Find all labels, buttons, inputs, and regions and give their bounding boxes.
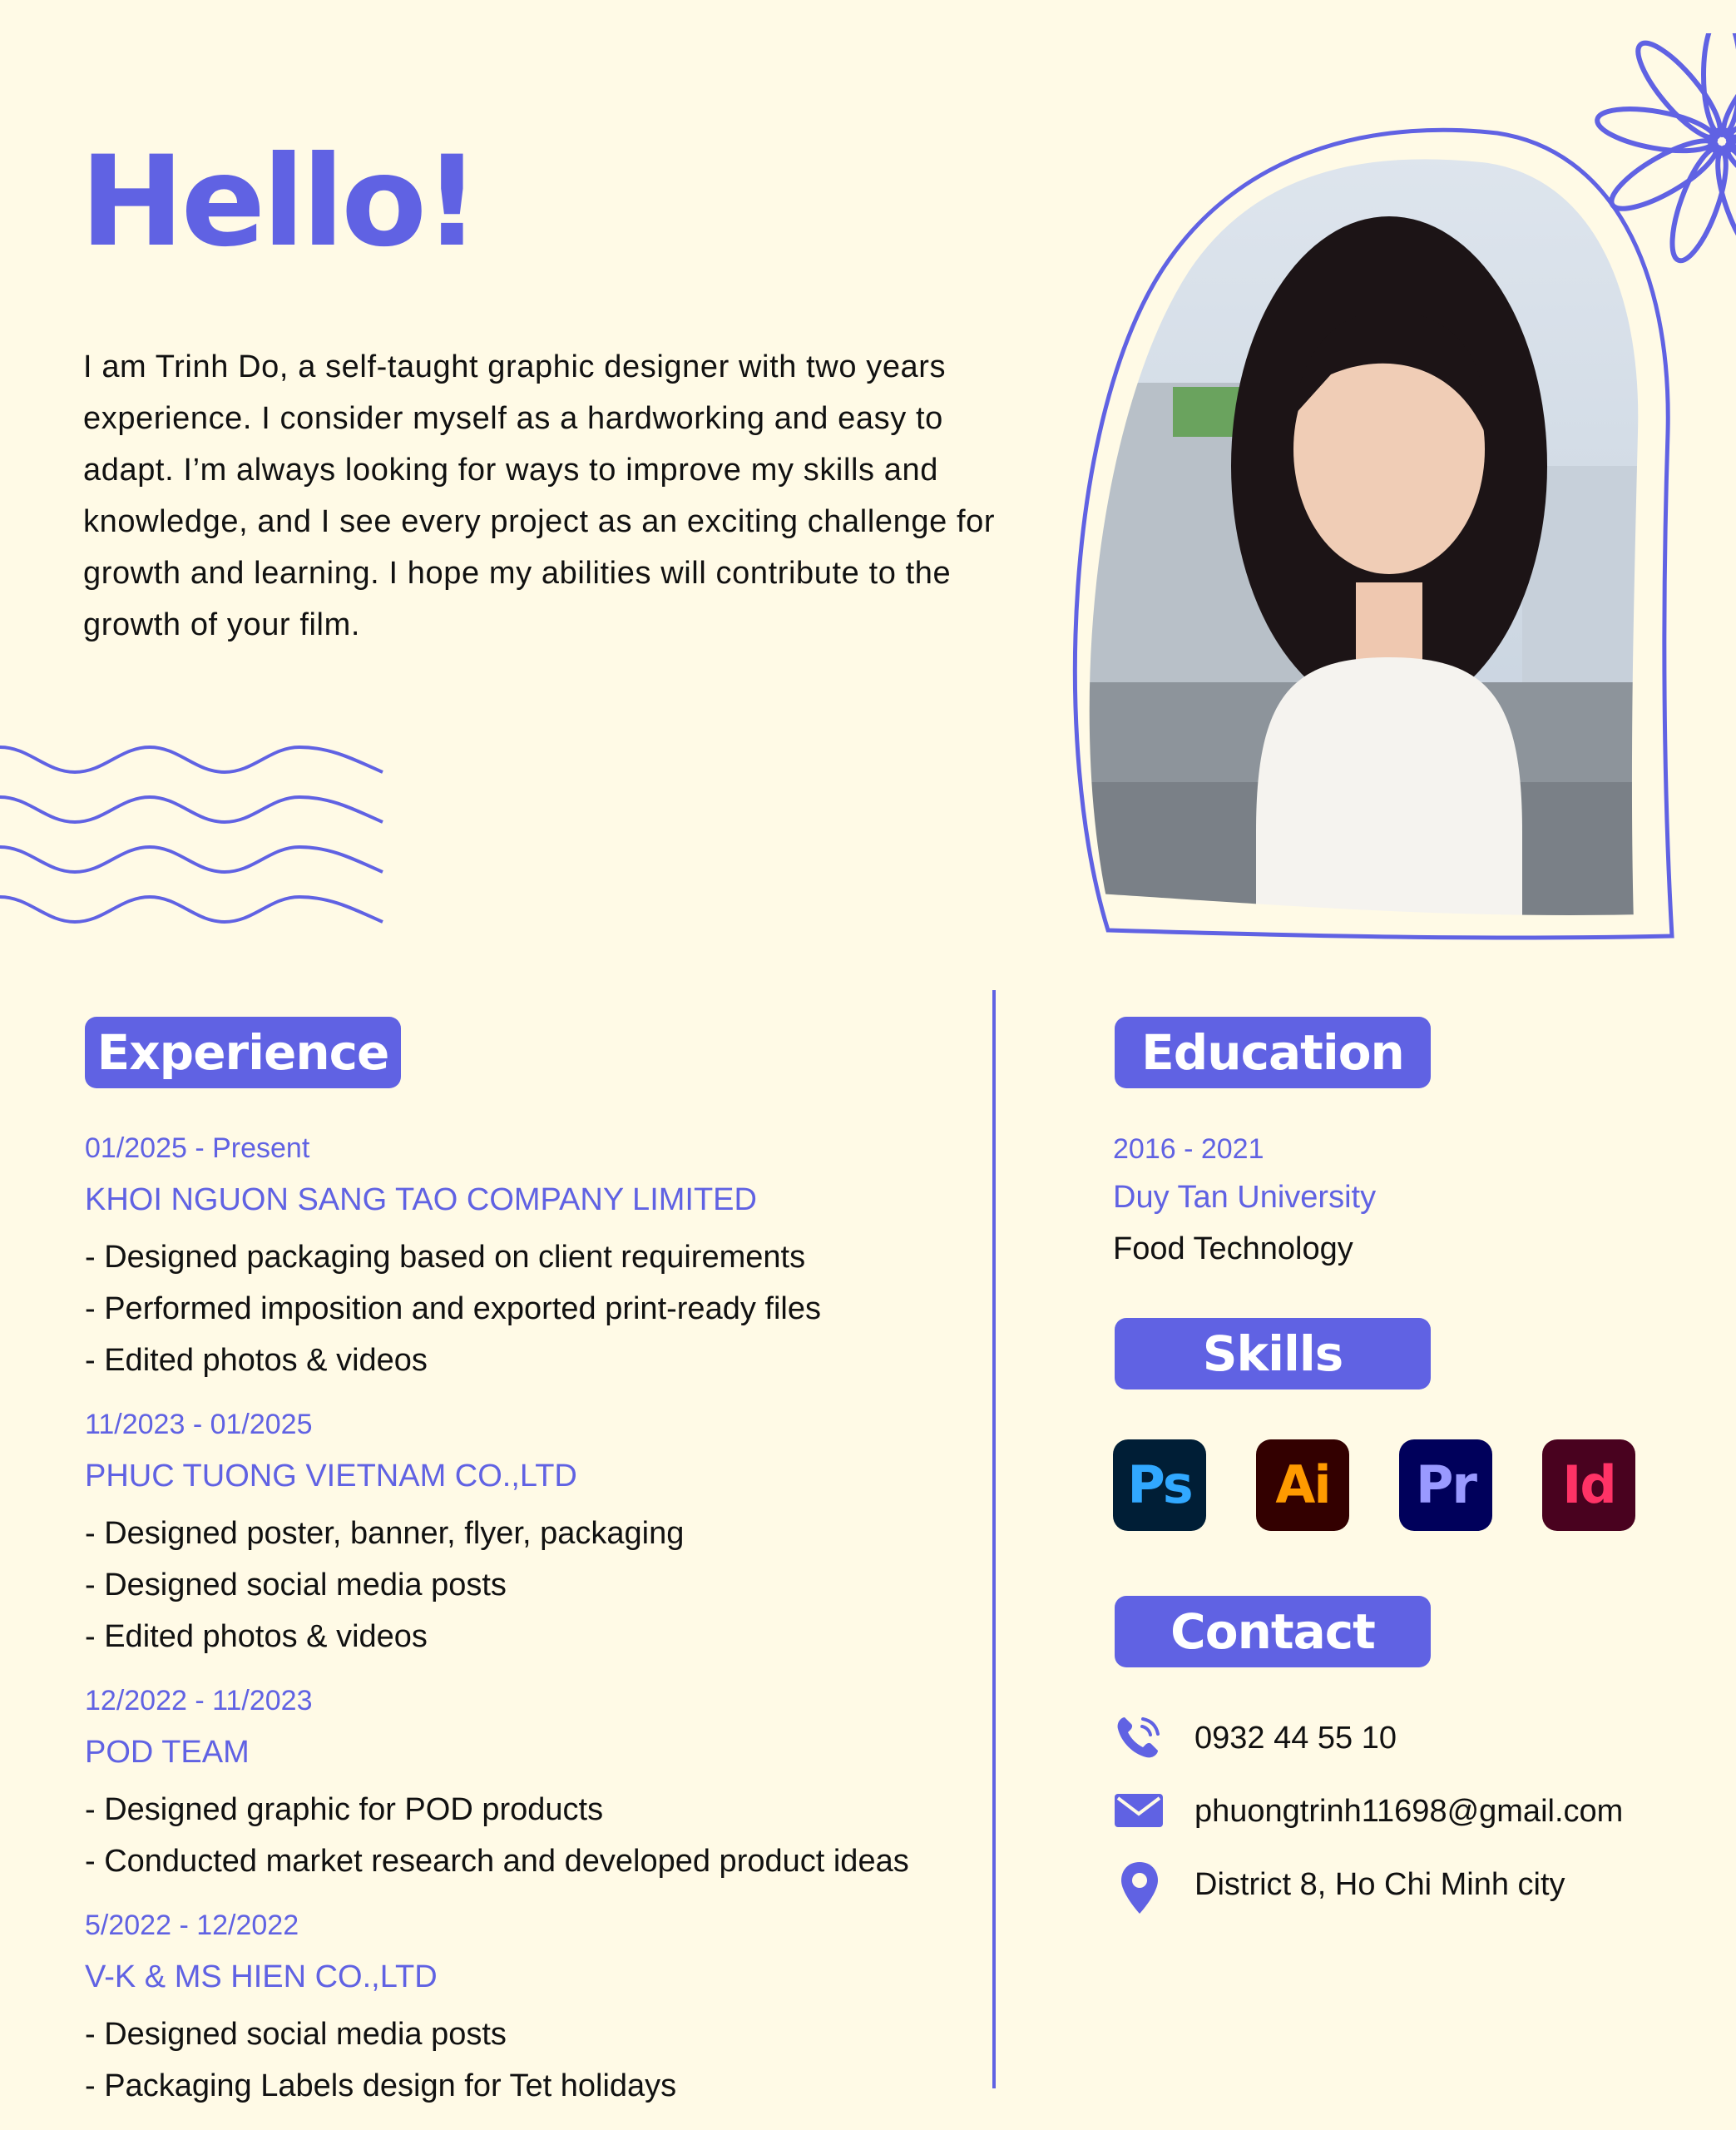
job-company: V-K & MS HIEN CO.,LTD [85,1959,438,1994]
phone-icon [1117,1717,1160,1758]
job-date: 01/2025 - Present [85,1132,310,1164]
education-school: Duy Tan University [1113,1180,1377,1215]
contact-email[interactable]: phuongtrinh11698@gmail.com [1194,1792,1623,1830]
job-bullet: - Designed graphic for POD products [85,1792,604,1827]
job-bullet: - Packaging Labels design for Tet holida… [85,2068,677,2103]
experience-title: Experience [85,1017,401,1088]
contact-email-row: phuongtrinh11698@gmail.com [1113,1786,1695,1835]
contact-phone: 0932 44 55 10 [1194,1721,1397,1756]
job-company: POD TEAM [85,1735,250,1770]
education-title: Education [1115,1017,1431,1088]
job-date: 12/2022 - 11/2023 [85,1685,313,1716]
job-date: 5/2022 - 12/2022 [85,1910,299,1941]
job-entry: 01/2025 - Present KHOI NGUON SANG TAO CO… [85,1132,967,1386]
mail-icon [1115,1794,1163,1827]
education-date: 2016 - 2021 [1113,1133,1264,1165]
job-bullet: - Edited photos & videos [85,1343,428,1378]
column-divider [992,990,996,2088]
wave-lines-icon [0,745,383,924]
job-bullet: - Designed social media posts [85,2017,507,2052]
job-company: KHOI NGUON SANG TAO COMPANY LIMITED [85,1182,757,1217]
contact-title: Contact [1115,1596,1431,1667]
contact-address-row: District 8, Ho Chi Minh city [1113,1859,1695,1919]
education-major: Food Technology [1113,1231,1353,1266]
job-bullet: - Designed packaging based on client req… [85,1240,806,1275]
greeting-heading: Hello! [80,130,481,275]
job-entry: 11/2023 - 01/2025 PHUC TUONG VIETNAM CO.… [85,1408,967,1662]
job-bullet: - Edited photos & videos [85,1619,428,1654]
job-bullet: - Conducted market research and develope… [85,1844,909,1879]
job-date: 11/2023 - 01/2025 [85,1409,313,1440]
photoshop-icon: Ps [1113,1439,1206,1531]
indesign-icon: Id [1542,1439,1635,1531]
job-bullet: - Designed poster, banner, flyer, packag… [85,1516,685,1551]
job-company: PHUC TUONG VIETNAM CO.,LTD [85,1459,577,1493]
location-pin-icon [1121,1862,1158,1914]
job-bullet: - Designed social media posts [85,1568,507,1602]
job-entry: 5/2022 - 12/2022 V-K & MS HIEN CO.,LTD -… [85,1909,967,2112]
resume-page: Hello! I am Trinh Do, a self-taught grap… [0,0,1736,2130]
profile-photo [1071,127,1674,940]
job-entry: 12/2022 - 11/2023 POD TEAM - Designed gr… [85,1684,967,1887]
contact-address: District 8, Ho Chi Minh city [1194,1867,1565,1902]
illustrator-icon: Ai [1256,1439,1349,1531]
contact-phone-row: 0932 44 55 10 [1113,1712,1695,1762]
premiere-icon: Pr [1399,1439,1492,1531]
intro-paragraph: I am Trinh Do, a self-taught graphic des… [83,349,996,642]
skills-title: Skills [1115,1318,1431,1389]
job-bullet: - Performed imposition and exported prin… [85,1291,821,1326]
